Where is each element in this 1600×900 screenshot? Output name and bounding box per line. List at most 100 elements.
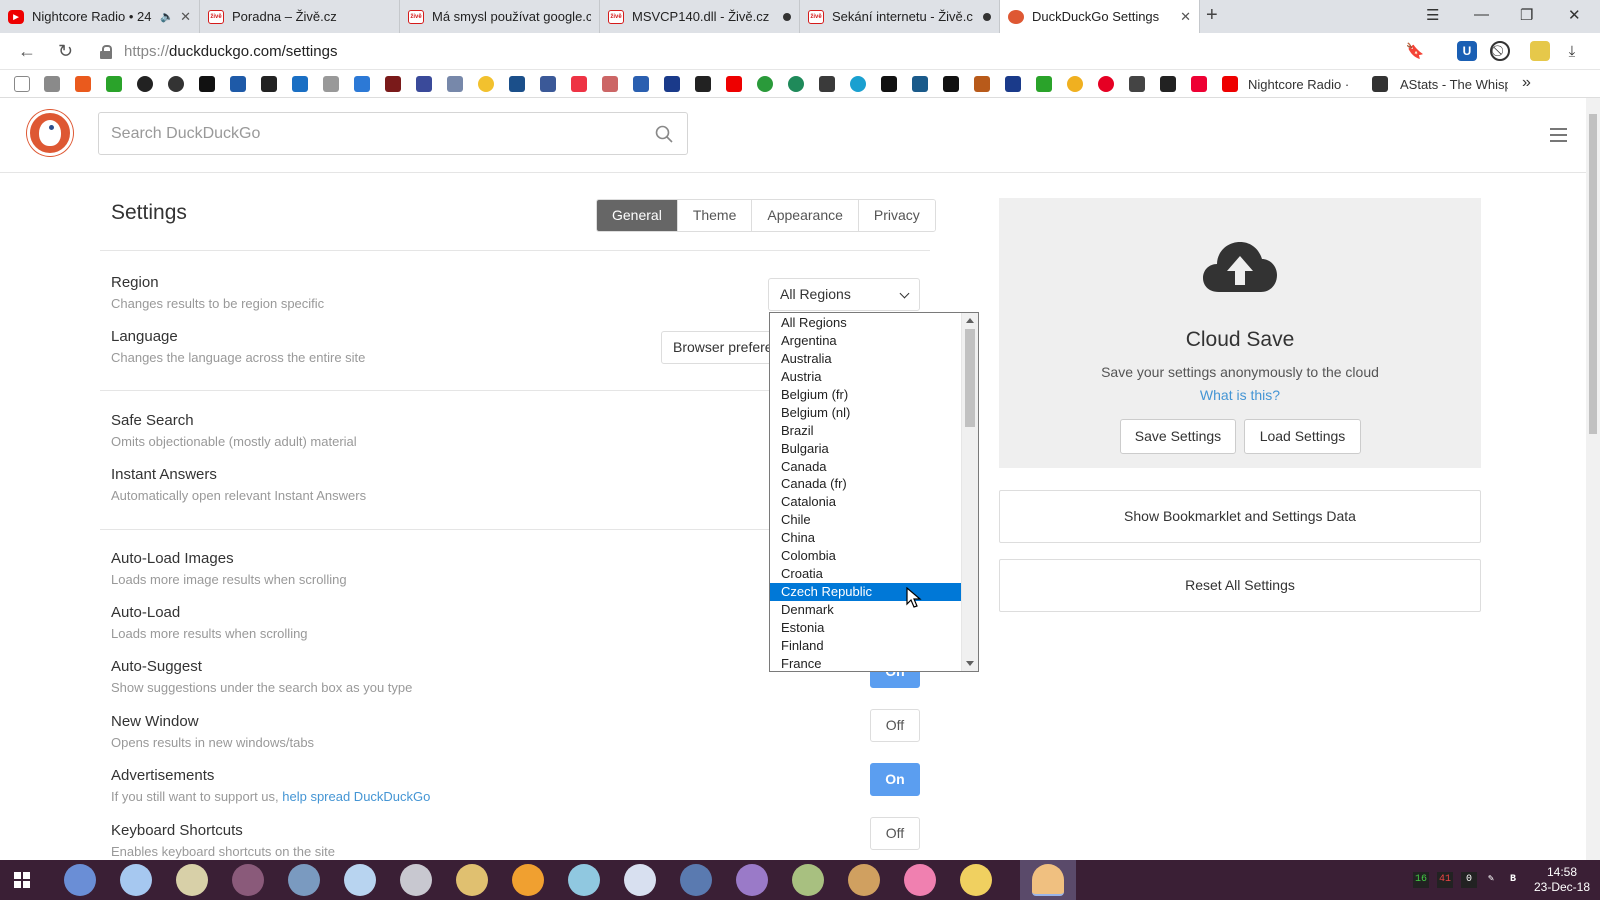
taskbar-app-icon[interactable] bbox=[120, 864, 152, 896]
region-option[interactable]: Finland bbox=[770, 637, 962, 655]
tab-appearance[interactable]: Appearance bbox=[751, 200, 858, 231]
bookmark-favicon-icon[interactable] bbox=[571, 76, 587, 92]
region-option[interactable]: Canada bbox=[770, 458, 962, 476]
show-bookmarklet-button[interactable]: Show Bookmarklet and Settings Data bbox=[999, 490, 1481, 543]
region-option[interactable]: France bbox=[770, 655, 962, 671]
region-option[interactable]: China bbox=[770, 529, 962, 547]
region-option[interactable]: Denmark bbox=[770, 601, 962, 619]
region-option[interactable]: Belgium (fr) bbox=[770, 386, 962, 404]
bookmark-icon[interactable]: 🔖 bbox=[1405, 41, 1425, 61]
taskbar-clock[interactable]: 14:58 23-Dec-18 bbox=[1528, 865, 1596, 895]
region-option[interactable]: Australia bbox=[770, 350, 962, 368]
bookmark-favicon-icon[interactable] bbox=[695, 76, 711, 92]
youtube-icon[interactable] bbox=[1222, 76, 1238, 92]
browser-tab[interactable]: živě MSVCP140.dll - Živě.cz bbox=[600, 0, 800, 33]
tray-bluetooth-icon[interactable]: B bbox=[1506, 872, 1520, 888]
restore-icon[interactable]: ❐ bbox=[1520, 6, 1533, 24]
bookmark-favicon-icon[interactable] bbox=[633, 76, 649, 92]
new-tab-icon[interactable]: + bbox=[1206, 4, 1218, 27]
taskbar-app-icon[interactable] bbox=[568, 864, 600, 896]
region-option[interactable]: Colombia bbox=[770, 547, 962, 565]
wikipedia-icon[interactable] bbox=[1160, 76, 1176, 92]
bookmark-favicon-icon[interactable] bbox=[974, 76, 990, 92]
region-option[interactable]: Estonia bbox=[770, 619, 962, 637]
browser-menu-icon[interactable]: ☰ bbox=[1426, 6, 1439, 24]
reload-icon[interactable]: ↻ bbox=[58, 41, 73, 62]
region-select[interactable]: All Regions bbox=[768, 278, 920, 311]
region-option[interactable]: Bulgaria bbox=[770, 440, 962, 458]
tray-pen-icon[interactable]: ✎ bbox=[1484, 872, 1498, 888]
taskbar-app-icon[interactable] bbox=[64, 864, 96, 896]
region-option[interactable]: Croatia bbox=[770, 565, 962, 583]
search-box[interactable] bbox=[98, 112, 688, 155]
region-option[interactable]: All Regions bbox=[770, 314, 962, 332]
region-option[interactable]: Chile bbox=[770, 511, 962, 529]
load-settings-button[interactable]: Load Settings bbox=[1244, 419, 1361, 454]
bookmark-favicon-icon[interactable] bbox=[1191, 76, 1207, 92]
bookmark-favicon-icon[interactable] bbox=[1372, 76, 1388, 92]
page-icon[interactable] bbox=[14, 76, 30, 92]
pinterest-icon[interactable] bbox=[1098, 76, 1114, 92]
bookmark-favicon-icon[interactable] bbox=[261, 76, 277, 92]
duckduckgo-logo-icon[interactable] bbox=[27, 110, 73, 156]
bookmark-favicon-icon[interactable] bbox=[354, 76, 370, 92]
bookmark-label[interactable]: Nightcore Radio · bbox=[1248, 77, 1349, 92]
browser-tab[interactable]: živě Sekání internetu - Živě.c bbox=[800, 0, 1000, 33]
dropdown-scrollbar[interactable] bbox=[961, 313, 978, 671]
bookmark-favicon-icon[interactable] bbox=[137, 76, 153, 92]
tray-counter[interactable]: 16 bbox=[1413, 872, 1429, 888]
bookmark-favicon-icon[interactable] bbox=[230, 76, 246, 92]
bookmark-favicon-icon[interactable] bbox=[1036, 76, 1052, 92]
bookmark-favicon-icon[interactable] bbox=[75, 76, 91, 92]
taskbar-app-icon[interactable] bbox=[288, 864, 320, 896]
bookmark-favicon-icon[interactable] bbox=[602, 76, 618, 92]
region-option[interactable]: Argentina bbox=[770, 332, 962, 350]
bookmark-favicon-icon[interactable] bbox=[447, 76, 463, 92]
extension-icon[interactable] bbox=[1530, 41, 1550, 61]
keyboard-shortcuts-toggle[interactable]: Off bbox=[870, 817, 920, 850]
back-icon[interactable]: ← bbox=[18, 41, 36, 62]
tray-counter[interactable]: 0 bbox=[1461, 872, 1477, 888]
bookmark-favicon-icon[interactable] bbox=[664, 76, 680, 92]
bookmark-favicon-icon[interactable] bbox=[385, 76, 401, 92]
tab-privacy[interactable]: Privacy bbox=[857, 200, 935, 231]
taskbar-app-icon[interactable] bbox=[960, 864, 992, 896]
reset-all-settings-button[interactable]: Reset All Settings bbox=[999, 559, 1481, 612]
image-icon[interactable] bbox=[44, 76, 60, 92]
taskbar-app-icon-active[interactable] bbox=[1032, 864, 1064, 896]
close-tab-icon[interactable]: ✕ bbox=[1180, 9, 1191, 25]
bookmark-favicon-icon[interactable] bbox=[168, 76, 184, 92]
taskbar-app-icon[interactable] bbox=[176, 864, 208, 896]
taskbar-app-icon[interactable] bbox=[232, 864, 264, 896]
advertisements-toggle[interactable]: On bbox=[870, 763, 920, 796]
taskbar-app-icon[interactable] bbox=[680, 864, 712, 896]
bookmark-label[interactable]: AStats - The Whisp bbox=[1400, 77, 1508, 92]
browser-tab-active[interactable]: DuckDuckGo Settings ✕ bbox=[1000, 0, 1200, 33]
hamburger-menu-icon[interactable] bbox=[1550, 128, 1567, 142]
tab-theme[interactable]: Theme bbox=[676, 200, 752, 231]
speaker-icon[interactable]: 🔈 bbox=[160, 10, 174, 23]
help-spread-link[interactable]: help spread DuckDuckGo bbox=[282, 789, 430, 804]
page-scrollbar[interactable] bbox=[1586, 98, 1600, 860]
region-option[interactable]: Brazil bbox=[770, 422, 962, 440]
facebook-icon[interactable] bbox=[540, 76, 556, 92]
bookmark-favicon-icon[interactable] bbox=[416, 76, 432, 92]
bitwarden-icon[interactable]: U bbox=[1457, 41, 1477, 61]
bookmark-favicon-icon[interactable] bbox=[1129, 76, 1145, 92]
more-bookmarks-icon[interactable]: » bbox=[1522, 74, 1531, 92]
bookmark-favicon-icon[interactable] bbox=[819, 76, 835, 92]
new-window-toggle[interactable]: Off bbox=[870, 709, 920, 742]
windows-start-icon[interactable] bbox=[14, 872, 30, 888]
bookmark-favicon-icon[interactable] bbox=[1005, 76, 1021, 92]
taskbar-app-icon[interactable] bbox=[456, 864, 488, 896]
browser-tab[interactable]: živě Poradna – Živě.cz bbox=[200, 0, 400, 33]
region-dropdown-list[interactable]: All Regions Argentina Australia Austria Belg… bbox=[769, 312, 979, 672]
download-icon[interactable]: ⤓ bbox=[1562, 41, 1582, 61]
bookmark-favicon-icon[interactable] bbox=[478, 76, 494, 92]
block-icon[interactable]: ⃠ bbox=[1490, 41, 1510, 61]
region-option[interactable]: Belgium (nl) bbox=[770, 404, 962, 422]
taskbar-app-icon[interactable] bbox=[512, 864, 544, 896]
minimize-icon[interactable]: — bbox=[1474, 6, 1489, 23]
url-field[interactable]: https://duckduckgo.com/settings bbox=[100, 38, 1440, 65]
taskbar-app-icon[interactable] bbox=[624, 864, 656, 896]
